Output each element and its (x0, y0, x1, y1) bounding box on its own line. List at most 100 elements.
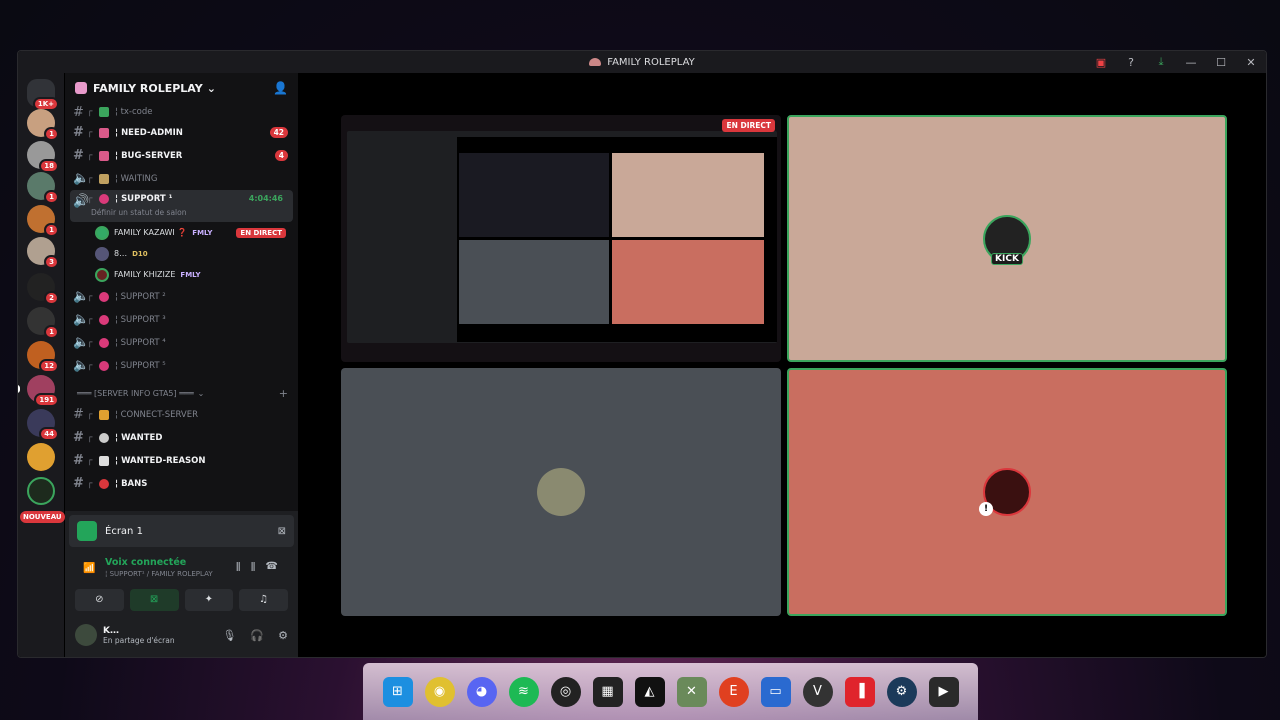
channel-connect-server[interactable]: # ┌ ¦ CONNECT-SERVER (65, 403, 298, 426)
gta-icon[interactable]: V (802, 676, 833, 707)
discord-icon[interactable]: ◕ (466, 676, 497, 707)
voice-user[interactable]: FAMILY KAZAWI ❓ FMLY EN DIRECT (65, 222, 298, 243)
stop-share-icon[interactable]: ⊠ (278, 526, 286, 537)
add-channel-icon[interactable]: + (279, 387, 288, 400)
channel-support-4[interactable]: 🔈 ┌ ¦ SUPPORT ⁴ (65, 331, 298, 354)
channel-wanted[interactable]: # ┌ ¦ WANTED (65, 426, 298, 449)
user-name: K… (103, 625, 119, 636)
avatar[interactable] (75, 624, 97, 646)
hash-icon: # (73, 125, 84, 140)
channel-wanted-reason[interactable]: # ┌ ¦ WANTED-REASON (65, 449, 298, 472)
channel-bans[interactable]: # ┌ ¦ BANS (65, 472, 298, 495)
speaker-icon: 🔈 (73, 335, 90, 350)
game-icon[interactable]: ▶ (928, 676, 959, 707)
page-icon (99, 455, 109, 466)
steam-icon[interactable]: ⚙ (886, 676, 917, 707)
speaker-icon: 🔈 (73, 358, 90, 373)
live-badge: EN DIRECT (722, 119, 775, 132)
user-panel: Écran 1 ⊠ 📶 Voix connectée ¦ SUPPORT¹ / … (65, 511, 298, 657)
guild-icon[interactable]: 44 (27, 409, 59, 441)
guild-icon[interactable] (27, 477, 55, 505)
add-member-icon[interactable]: 👤 (273, 81, 288, 95)
call-timer: 4:04:46 (248, 194, 283, 203)
minimize-button[interactable]: — (1176, 56, 1206, 69)
screen-share-bar[interactable]: Écran 1 ⊠ (69, 515, 294, 547)
chevron-down-icon: ⌄ (197, 388, 205, 398)
obs-icon[interactable]: ◎ (550, 676, 581, 707)
avatar (95, 225, 109, 240)
close-button[interactable]: ✕ (1236, 56, 1266, 69)
phone-icon (99, 337, 109, 348)
microphone-icon[interactable]: 🎙 (222, 629, 236, 642)
channel-support-5[interactable]: 🔈 ┌ ¦ SUPPORT ⁵ (65, 354, 298, 377)
soundboard-button[interactable]: ♫ (239, 589, 288, 611)
faceit-icon[interactable]: ▐ (844, 676, 875, 707)
server-header[interactable]: FAMILY ROLEPLAY ⌄ 👤 (65, 73, 298, 103)
server-icon (75, 82, 87, 94)
disconnect-icon[interactable]: ☎ (266, 561, 288, 572)
channel-tx-code[interactable]: # ┌ ¦ tx-code (65, 103, 298, 121)
arc-raiders-icon[interactable]: ◭ (634, 676, 665, 707)
taskbar: ⊞ ◉ ◕ ≋ ◎ ▦ ◭ ✕ E ▭ V ▐ ⚙ ▶ (363, 663, 978, 720)
live-badge: EN DIRECT (236, 227, 286, 238)
channel-support-3[interactable]: 🔈 ┌ ¦ SUPPORT ³ (65, 308, 298, 331)
download-icon[interactable]: ⤓ (1146, 55, 1176, 69)
new-badge: NOUVEAU (20, 511, 65, 523)
signal-icon: 📶 (83, 563, 96, 574)
gear-icon[interactable]: ⚙ (278, 629, 288, 642)
speaker-active-icon: 🔊 (73, 194, 90, 209)
hash-icon: # (73, 430, 84, 445)
guild-icon[interactable]: 191 (18, 375, 59, 407)
guild-icon[interactable]: 18 (27, 141, 59, 173)
screen-share-icon[interactable]: ▣ (1086, 56, 1116, 69)
participant-tile[interactable]: KICK (787, 115, 1227, 362)
phone-icon (99, 360, 109, 371)
maximize-button[interactable]: ☐ (1206, 56, 1236, 69)
phone-icon (99, 314, 109, 325)
phone-icon (99, 194, 109, 204)
screen-share-button[interactable]: ⊠ (129, 589, 179, 611)
avatar (95, 246, 109, 261)
voice-user[interactable]: 8… D10 (65, 243, 298, 264)
channel-status[interactable]: Définir un statut de salon (91, 208, 186, 217)
ea-icon[interactable]: E (718, 676, 749, 707)
sos-icon (99, 127, 109, 138)
stream-tile[interactable]: EN DIRECT (341, 115, 781, 362)
noise-suppression-icon[interactable]: ǁǁ (236, 561, 266, 572)
channel-need-admin[interactable]: # ┌ ¦ NEED-ADMIN 42 (65, 121, 298, 144)
user-status: En partage d'écran (103, 635, 175, 645)
participant-tile[interactable]: ! (787, 368, 1227, 616)
guild-icon[interactable]: 12 (27, 341, 59, 373)
guild-icon[interactable]: 1 (27, 307, 59, 339)
camera-off-button[interactable]: ⊘ (75, 589, 124, 611)
server-logo-icon (589, 58, 602, 66)
channel-support-1[interactable]: 🔊 ┌ ¦ SUPPORT ¹ 4:04:46 Définir un statut… (70, 190, 293, 222)
server-list: 1K+ 1 18 1 1 3 2 1 12 191 44 NOUVEAU (18, 73, 65, 657)
guild-icon[interactable]: 1 (27, 172, 59, 204)
guild-icon[interactable]: 1 (27, 205, 59, 237)
msi-icon[interactable]: ▦ (592, 676, 623, 707)
windows-icon[interactable]: ⊞ (382, 676, 413, 707)
window-title: FAMILY ROLEPLAY (607, 56, 695, 68)
user-bar: K… En partage d'écran 🎙 🎧 ⚙ (65, 615, 298, 655)
pc-icon[interactable]: ▭ (760, 676, 791, 707)
guild-icon[interactable]: 1 (27, 109, 59, 141)
guild-icon[interactable]: 2 (27, 273, 59, 305)
channel-waiting[interactable]: 🔈 ┌ ¦ WAITING (65, 167, 298, 190)
help-icon[interactable]: ? (1116, 56, 1146, 69)
category-server-info[interactable]: ═══ [SERVER INFO GTA5] ═══ ⌄ + (65, 383, 298, 403)
guild-icon[interactable]: 3 (27, 237, 59, 269)
participant-tile[interactable] (341, 368, 781, 616)
guild-icon[interactable] (27, 443, 55, 471)
xbox-icon[interactable]: ✕ (676, 676, 707, 707)
headphones-icon[interactable]: 🎧 (250, 629, 264, 642)
channel-support-2[interactable]: 🔈 ┌ ¦ SUPPORT ² (65, 285, 298, 308)
activities-button[interactable]: ✦ (184, 589, 234, 611)
channel-bug-server[interactable]: # ┌ ¦ BUG-SERVER 4 (65, 144, 298, 167)
avatar: ! (979, 468, 1031, 516)
dm-home-icon[interactable]: 1K+ (27, 79, 59, 111)
chrome-icon[interactable]: ◉ (424, 676, 455, 707)
mention-badge: 4 (274, 150, 288, 161)
spotify-icon[interactable]: ≋ (508, 676, 539, 707)
voice-user[interactable]: FAMILY KHIZIZE FMLY (65, 264, 298, 285)
